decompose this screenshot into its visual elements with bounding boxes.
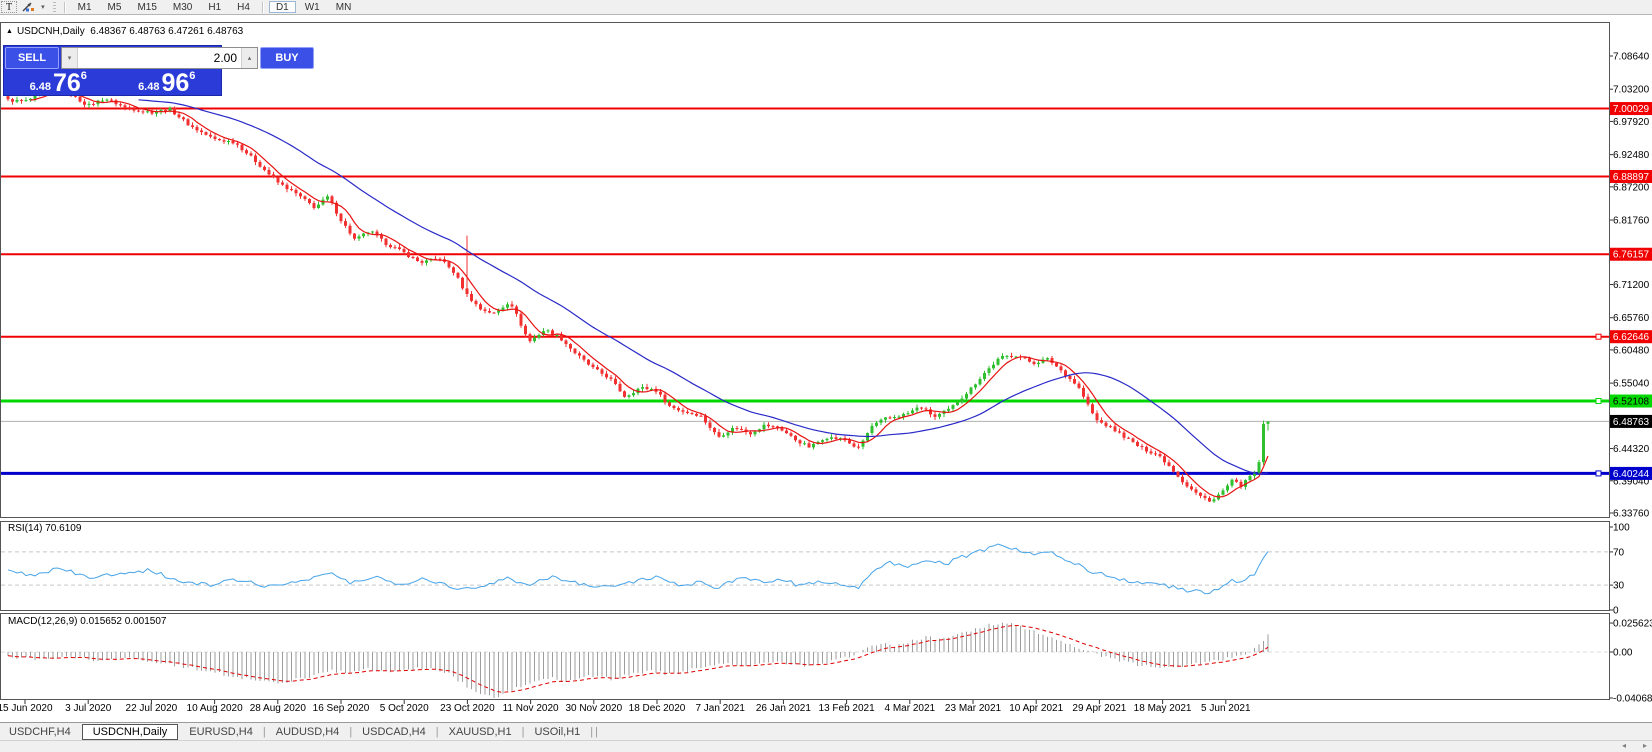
buy-price-pip: 6 [189, 70, 196, 82]
time-axis-label: 28 Aug 2020 [249, 703, 306, 714]
macd-tick-label: 0.00 [1613, 648, 1633, 659]
sell-price-main: 76 [52, 69, 81, 97]
mt4-application-window: T ▾ M1 M5 M15 M30 H1 H4 D1 W1 MN 7.08640 7.03200 6… [0, 0, 1652, 752]
time-axis-label: 7 Jan 2021 [695, 703, 745, 714]
svg-text:6.62646: 6.62646 [1613, 332, 1650, 343]
price-axis[interactable]: 7.08640 7.03200 6.97920 6.92480 6.87200 6.817… [24, 52, 1652, 705]
price-tick-label: 6.71200 [1613, 280, 1650, 291]
svg-text:6.48763: 6.48763 [1613, 417, 1650, 428]
macd-indicator-label: MACD(12,26,9) 0.015652 0.001507 [8, 616, 167, 627]
moving-average-slow [138, 99, 1269, 475]
rsi-indicator-label: RSI(14) 70.6109 [8, 523, 82, 534]
volume-spinner: ▾ ▴ [61, 47, 258, 69]
time-axis-label: 4 Mar 2021 [884, 703, 936, 714]
rsi-panel [1, 543, 1609, 595]
time-axis-label: 10 Aug 2020 [186, 703, 243, 714]
time-axis-label: 5 Jun 2021 [1201, 703, 1251, 714]
macd-tick-label: 0.025623 [1613, 619, 1652, 630]
buy-price-main: 96 [161, 69, 190, 97]
time-axis-label: 26 Jan 2021 [755, 703, 811, 714]
volume-input[interactable] [78, 48, 241, 68]
time-axis-label: 10 Apr 2021 [1009, 703, 1064, 714]
macd-tick-label: -0.040687 [1613, 693, 1652, 704]
chart-canvas[interactable]: 7.08640 7.03200 6.97920 6.92480 6.87200 6.817… [0, 0, 1652, 752]
time-axis-label: 29 Apr 2021 [1072, 703, 1127, 714]
price-tick-label: 6.33760 [1613, 508, 1650, 519]
time-axis-label: 13 Feb 2021 [818, 703, 875, 714]
svg-text:6.52108: 6.52108 [1613, 397, 1650, 408]
macd-panel [1, 622, 1609, 698]
time-axis-label: 23 Mar 2021 [944, 703, 1002, 714]
price-tick-label: 6.81760 [1613, 216, 1650, 227]
price-tick-label: 7.03200 [1613, 85, 1650, 96]
price-tick-label: 6.65760 [1613, 313, 1650, 324]
status-strip [0, 740, 1652, 752]
time-axis-label: 3 Jul 2020 [65, 703, 112, 714]
price-tick-label: 6.44320 [1613, 444, 1650, 455]
time-axis-label: 11 Nov 2020 [502, 703, 559, 714]
chart-tab-usoil-h1[interactable]: USOil,H1 [525, 725, 589, 739]
collapse-panel-icon[interactable]: ▲ [6, 28, 13, 35]
svg-text:6.88897: 6.88897 [1613, 172, 1650, 183]
time-axis-label: 18 May 2021 [1133, 703, 1192, 714]
time-axis-label: 22 Jul 2020 [125, 703, 178, 714]
time-axis-label: 23 Oct 2020 [440, 703, 495, 714]
rsi-tick-label: 70 [1613, 547, 1625, 558]
rsi-tick-label: 30 [1613, 581, 1625, 592]
sell-price-display: 6.48 76 6 [5, 69, 112, 97]
price-tick-label: 6.87200 [1613, 182, 1650, 193]
time-axis-label: 30 Nov 2020 [565, 703, 623, 714]
chart-tab-audusd-h4[interactable]: AUDUSD,H4 [267, 725, 349, 739]
chart-tab-bar: USDCHF,H4 USDCNH,Daily EURUSD,H4 | AUDUSD,H4… [0, 722, 1652, 741]
moving-average-fast [30, 90, 1269, 498]
volume-decrease-button[interactable]: ▾ [62, 48, 78, 68]
chart-tab-usdcad-h4[interactable]: USDCAD,H4 [353, 725, 435, 739]
sell-price-pip: 6 [80, 70, 87, 82]
price-tick-label: 6.60480 [1613, 345, 1650, 356]
price-panel [1, 86, 1609, 503]
rsi-tick-label: 0 [1613, 606, 1619, 617]
sell-price-prefix: 6.48 [29, 81, 51, 93]
chart-tab-eurusd-h4[interactable]: EURUSD,H4 [180, 725, 262, 739]
rsi-tick-label: 100 [1613, 523, 1630, 534]
chart-tab-usdcnh-daily[interactable]: USDCNH,Daily [81, 724, 179, 740]
price-tick-label: 6.55040 [1613, 379, 1650, 390]
panel-border [0, 521, 1610, 611]
price-tick-label: 6.92480 [1613, 150, 1650, 161]
svg-text:6.76157: 6.76157 [1613, 250, 1650, 261]
tab-scroll-left-button[interactable]: ◂ [1622, 742, 1626, 750]
time-axis-label: 18 Dec 2020 [628, 703, 686, 714]
sell-button[interactable]: SELL [5, 47, 59, 69]
buy-button[interactable]: BUY [260, 47, 314, 69]
chart-tab-xauusd-h1[interactable]: XAUUSD,H1 [440, 725, 521, 739]
candles-layer [6, 86, 1270, 503]
volume-increase-button[interactable]: ▴ [241, 48, 257, 68]
chart-tab-usdchf-h4[interactable]: USDCHF,H4 [0, 725, 80, 739]
tab-scroll-right-button[interactable]: ▸ [1643, 742, 1647, 750]
time-axis-label: 16 Sep 2020 [312, 703, 370, 714]
chart-title: ▲ USDCNH,Daily 6.48367 6.48763 6.47261 6.… [6, 26, 243, 37]
svg-text:6.40244: 6.40244 [1613, 469, 1650, 480]
tab-divider: | [595, 726, 598, 738]
price-tick-label: 7.08640 [1613, 52, 1650, 63]
time-axis-label: 15 Jun 2020 [0, 703, 53, 714]
svg-text:7.00029: 7.00029 [1613, 104, 1650, 115]
one-click-trading-panel: SELL ▾ ▴ BUY 6.48 76 6 6.48 96 6 [3, 45, 314, 97]
buy-price-prefix: 6.48 [138, 81, 160, 93]
time-axis-label: 5 Oct 2020 [379, 703, 429, 714]
chart-symbol-period: USDCNH,Daily [16, 26, 85, 37]
buy-price-display: 6.48 96 6 [114, 69, 221, 97]
price-tick-label: 6.97920 [1613, 117, 1650, 128]
chart-ohlc-values: 6.48367 6.48763 6.47261 6.48763 [90, 26, 244, 37]
